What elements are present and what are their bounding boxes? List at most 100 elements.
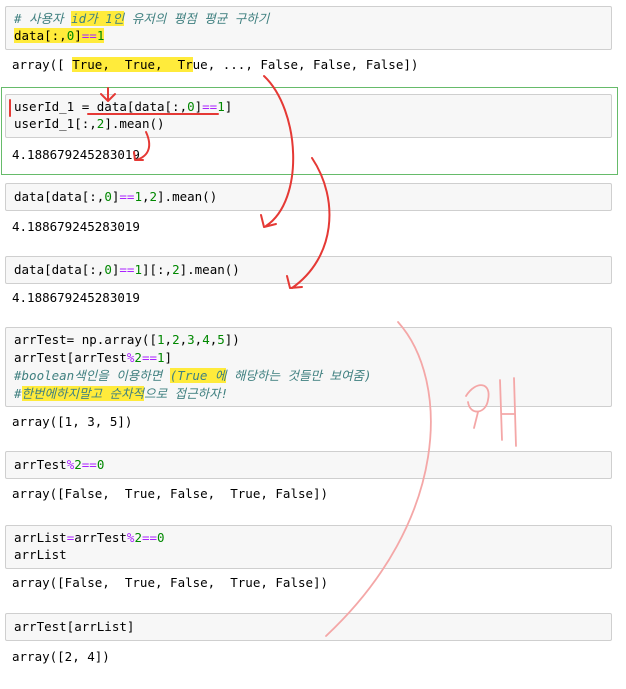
code-token: array([False, True, False, True, False]) (12, 575, 329, 590)
code-token: arrTest (74, 530, 127, 545)
code-token: # (14, 386, 22, 401)
code-token: userId_1[:, (14, 116, 97, 131)
code-token: #boolean색인을 이용하면 (14, 368, 170, 383)
cell-output: 4.188679245283019 (12, 146, 140, 164)
code-token: arrTest[arrList] (14, 619, 135, 634)
cell-output: array([False, True, False, True, False]) (12, 574, 328, 592)
code-token: , (179, 332, 188, 347)
code-token: 2 (172, 332, 180, 347)
code-token: 0 (96, 457, 105, 472)
code-cell-input[interactable]: # 사용자 id가 1인 유저의 평점 평균 구하기 data[:,0]==1 (5, 6, 612, 50)
code-token: ].mean() (157, 189, 218, 204)
code-token: == (119, 189, 135, 204)
code-line: arrList (14, 546, 67, 564)
code-line: arrTest[arrList] (14, 618, 134, 636)
code-token: data[data[:, (14, 262, 105, 277)
code-token: 3 (187, 332, 195, 347)
code-token: ].mean() (179, 262, 240, 277)
code-token: 2 (172, 262, 180, 277)
code-token: array([ (12, 57, 73, 72)
code-cell-input[interactable]: data[data[:,0]==1][:,2].mean() (5, 256, 612, 284)
code-line: data[data[:,0]==1][:,2].mean() (14, 261, 240, 279)
code-token: 1 (134, 189, 142, 204)
code-line: arrTest%2==0 (14, 456, 104, 474)
code-token: # 사용자 (14, 11, 72, 26)
arrow-head-mark (260, 214, 277, 228)
code-line: arrList=arrTest%2==0 (14, 529, 165, 547)
code-token: == (119, 262, 135, 277)
cell-output: array([1, 3, 5]) (12, 413, 132, 431)
code-token: arrList (14, 547, 67, 562)
code-token: 0 (187, 99, 195, 114)
code-token: 2 (134, 350, 142, 365)
code-token: 한번에하지말고 순차적 (21, 386, 145, 401)
code-line: userId_1 = data[data[:,0]==1] (14, 98, 232, 116)
code-cell-input[interactable]: arrTest= np.array([1,2,3,4,5]) arrTest[a… (5, 327, 612, 407)
code-token: ][:, (141, 262, 173, 277)
code-token: ] (74, 28, 82, 43)
code-token: 5 (217, 332, 225, 347)
code-token: , (141, 189, 150, 204)
code-token: arrTest[arrTest (14, 350, 127, 365)
code-token: , (164, 332, 173, 347)
code-cell-input[interactable]: userId_1 = data[data[:,0]==1] userId_1[:… (5, 94, 612, 138)
code-token: arrTest (14, 457, 67, 472)
cell-output: array([2, 4]) (12, 648, 110, 666)
code-token: 1 (134, 262, 142, 277)
code-token: array([2, 4]) (12, 649, 110, 664)
code-cell-input[interactable]: arrList=arrTest%2==0 arrList (5, 525, 612, 569)
code-line: #boolean색인을 이용하면 (True 에 해당하는 것들만 보여줌) (14, 367, 372, 385)
code-line: userId_1[:,2].mean() (14, 115, 165, 133)
code-line: arrTest[arrTest%2==1] (14, 349, 172, 367)
code-token: 0 (104, 262, 112, 277)
code-token: 2 (149, 189, 158, 204)
code-token: ue, ..., False, False, False]) (192, 57, 419, 72)
code-token: 0 (157, 530, 165, 545)
cell-output: array([ True, True, True, ..., False, Fa… (12, 56, 418, 74)
code-token: == (81, 28, 97, 43)
code-token: array([1, 3, 5]) (12, 414, 133, 429)
code-token: 4.188679245283019 (12, 147, 140, 162)
code-token: 0 (104, 189, 112, 204)
code-token: 2 (134, 530, 142, 545)
code-token: ] (164, 350, 173, 365)
code-token: userId_1 = data[data[:, (14, 99, 188, 114)
code-token: 유저의 평점 평균 구하기 (124, 11, 270, 26)
code-token: 4.188679245283019 (12, 290, 140, 305)
code-token: 4 (202, 332, 210, 347)
code-token: == (141, 530, 158, 545)
code-cell-input[interactable]: arrTest%2==0 (5, 451, 612, 479)
code-cell-input[interactable]: arrTest[arrList] (5, 613, 612, 641)
code-token: True, True, Tr (72, 57, 193, 72)
code-cell-input[interactable]: data[data[:,0]==1,2].mean() (5, 183, 612, 211)
code-token: ]) (224, 332, 240, 347)
code-token: 1 (157, 350, 165, 365)
code-token: 으로 접근하자! (144, 386, 229, 401)
code-line: arrTest= np.array([1,2,3,4,5]) (14, 331, 240, 349)
code-token: arrList (14, 530, 67, 545)
code-token: 해당하는 것들만 보여줌) (226, 368, 372, 383)
code-token: ] (224, 99, 233, 114)
code-line: # 사용자 id가 1인 유저의 평점 평균 구하기 (14, 10, 269, 28)
pencil-symbol-mark (473, 411, 479, 429)
code-token: 4.188679245283019 (12, 219, 140, 234)
code-line: #한번에하지말고 순차적으로 접근하자! (14, 385, 228, 403)
code-token: id가 1인 (71, 11, 125, 26)
code-token: 1 (157, 332, 165, 347)
code-token: == (202, 99, 218, 114)
cell-output: 4.188679245283019 (12, 218, 140, 236)
code-token: array([False, True, False, True, False]) (12, 486, 329, 501)
code-token: 2 (74, 457, 82, 472)
code-line: data[:,0]==1 (14, 27, 105, 45)
code-token: == (141, 350, 158, 365)
cell-output: array([False, True, False, True, False]) (12, 485, 328, 503)
code-token: ].mean() (104, 116, 165, 131)
code-token: data[:, (14, 28, 67, 43)
code-line: data[data[:,0]==1,2].mean() (14, 188, 217, 206)
code-token: == (81, 457, 97, 472)
code-token: 1 (96, 28, 105, 43)
code-token: (True 에 (169, 368, 227, 383)
cell-output: 4.188679245283019 (12, 289, 140, 307)
code-token: 1 (217, 99, 225, 114)
code-token: arrTest= np.array([ (14, 332, 157, 347)
